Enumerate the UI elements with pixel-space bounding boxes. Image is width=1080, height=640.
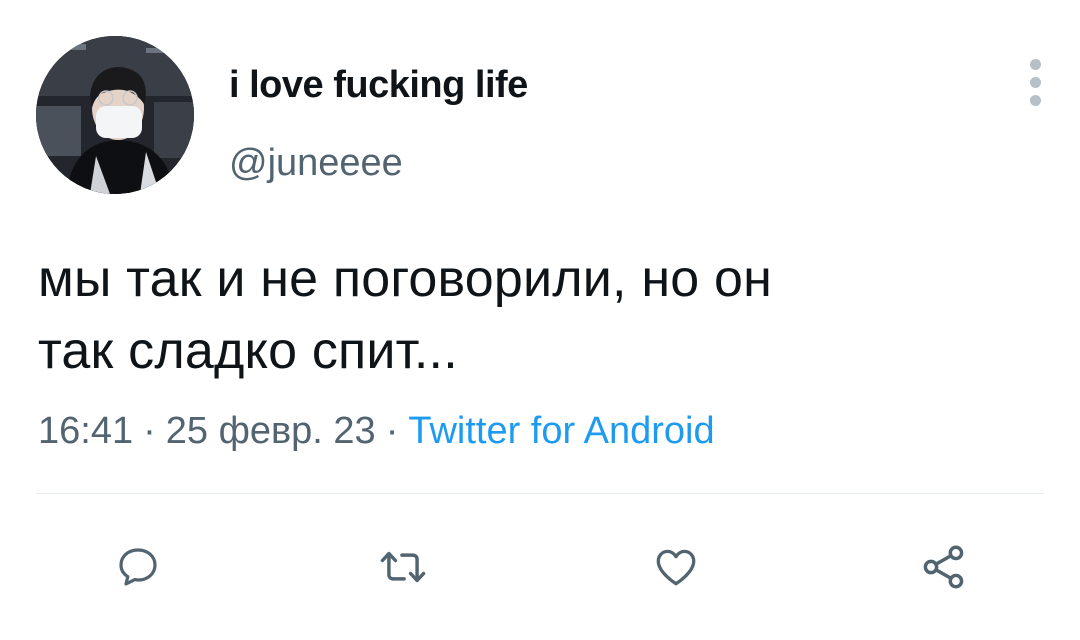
like-icon <box>656 549 696 586</box>
tweet-time[interactable]: 16:41 <box>38 410 133 452</box>
reply-icon <box>119 548 157 586</box>
retweet-icon <box>380 551 426 583</box>
display-name[interactable]: i love fucking life <box>229 64 528 107</box>
divider <box>36 493 1044 494</box>
more-options-icon <box>1030 77 1041 88</box>
meta-separator: · <box>143 410 156 452</box>
user-handle[interactable]: @juneeee <box>229 142 403 185</box>
avatar-photo <box>36 36 194 194</box>
share-icon <box>923 545 964 589</box>
tweet-meta: 16:41 · 25 февр. 23 · Twitter for Android <box>38 410 715 453</box>
tweet-card: i love fucking life @juneeee мы так и не… <box>0 0 1080 640</box>
tweet-text-line: так сладко спит... <box>38 322 458 380</box>
tweet-text-line: мы так и не поговорили, но он <box>38 250 773 308</box>
more-options-button[interactable] <box>1020 56 1052 108</box>
reply-button[interactable] <box>108 537 168 597</box>
tweet-source-link[interactable]: Twitter for Android <box>408 410 714 452</box>
tweet-text: мы так и не поговорили, но он так сладко… <box>38 243 1038 387</box>
retweet-button[interactable] <box>373 537 433 597</box>
avatar[interactable] <box>36 36 194 194</box>
more-options-icon <box>1030 95 1041 106</box>
more-options-icon <box>1030 59 1041 70</box>
tweet-date[interactable]: 25 февр. 23 <box>166 410 376 452</box>
like-button[interactable] <box>646 537 706 597</box>
share-button[interactable] <box>914 537 974 597</box>
meta-separator: · <box>385 410 399 452</box>
